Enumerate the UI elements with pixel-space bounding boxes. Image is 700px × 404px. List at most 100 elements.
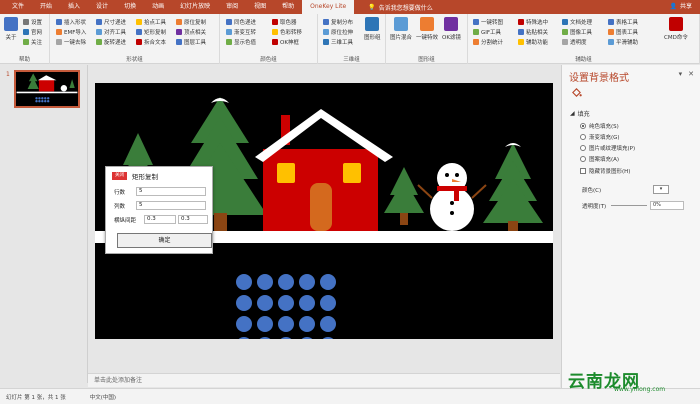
about-label: 关于 [5,35,17,41]
three-d-tool-button[interactable]: 三维工具 [323,38,353,46]
one-key-effect-button[interactable]: 一键特效 [416,17,438,41]
transparent-button[interactable]: 透明度 [562,38,587,46]
website-button[interactable]: 官网 [23,28,42,36]
ok-filter-button[interactable]: OK滤镜 [442,17,461,41]
ok-neon-button[interactable]: OK神框 [272,38,299,46]
transparency-input[interactable]: 0% [650,201,684,210]
table-tool-button[interactable]: 表格工具 [608,18,638,26]
tall-tree-right [483,143,543,231]
cols-input[interactable]: 5 [136,201,206,210]
chart-tool-button[interactable]: 图表工具 [608,28,638,36]
hide-background-checkbox[interactable] [580,168,586,174]
size-mark-button[interactable]: 尺寸递进 [96,18,126,26]
pattern-fill-radio[interactable] [580,156,586,162]
rows-row: 行数 5 [114,187,206,196]
tab-home[interactable]: 开始 [32,0,60,14]
color-to-label: 色彩转移 [280,30,303,36]
color-picker-button[interactable]: 取色器 [272,18,297,26]
gradient-fill-option[interactable]: 渐变填充(G) [580,133,620,141]
tab-file[interactable]: 文件 [4,0,32,14]
color-to-button[interactable]: 色彩转移 [272,28,302,36]
text-object-button[interactable]: 拆合文本 [136,38,166,46]
special-select-button[interactable]: 特殊选中 [518,18,548,26]
image-group-name: 图形组 [418,57,435,63]
picture-fill-radio[interactable] [580,145,586,151]
select-icon [518,19,524,25]
follow-label: 关注 [31,40,43,46]
solid-fill-option[interactable]: 纯色填充(S) [580,122,619,130]
slide-thumbnail[interactable] [14,70,80,108]
same-color-button[interactable]: 同色递进 [226,18,256,26]
tab-transitions[interactable]: 切换 [116,0,144,14]
image-mix-button[interactable]: 图片混合 [390,17,412,41]
transparency-slider[interactable] [611,205,647,206]
pane-options-icon[interactable]: ▾ [679,70,683,78]
rows-label: 行数 [114,189,126,196]
matrix-copy-button[interactable]: 矩形复制 [136,28,166,36]
chart-icon [608,29,614,35]
flat-split-button[interactable]: 平滑辅助 [608,38,638,46]
cube-icon [323,39,329,45]
aux-func-button[interactable]: 辅助功能 [518,38,548,46]
split-icon [473,39,479,45]
size-mark-label: 尺寸递进 [104,20,127,26]
paint-bucket-icon[interactable] [571,87,582,98]
thumbnail-preview [16,73,78,103]
tab-view[interactable]: 视图 [246,0,274,14]
pattern-fill-option[interactable]: 图案填充(A) [580,155,619,163]
original-copy-button[interactable]: 原位复制 [176,18,206,26]
settings-button[interactable]: 设置 [23,18,42,26]
rotate-mark-button[interactable]: 旋转递进 [96,38,126,46]
vertex-tool-button[interactable]: 顶点相关 [176,28,206,36]
tab-review[interactable]: 审阅 [218,0,246,14]
solid-fill-radio[interactable] [580,123,586,129]
hide-background-option[interactable]: 隐藏背景图形(H) [580,167,630,175]
cmd-button[interactable]: CMD命令 [664,17,688,41]
ok-button[interactable]: 确定 [117,233,212,248]
layer-tool-button[interactable]: 图层工具 [176,38,206,46]
one-key-map-button[interactable]: 一键转图 [473,18,503,26]
tab-animations[interactable]: 动画 [144,0,172,14]
gif-icon [473,29,479,35]
fill-section-header[interactable]: ◢ 填充 [570,109,590,118]
align-icon [96,29,102,35]
gif-tool-button[interactable]: GIF工具 [473,28,501,36]
anchor-tool-button[interactable]: 拾点工具 [136,18,166,26]
shape-group-button[interactable]: 图形组 [364,17,381,41]
show-color-button[interactable]: 显示色值 [226,38,256,46]
size-icon [96,19,102,25]
share-button[interactable]: 👤 共享 [670,0,693,14]
dialog-close-badge[interactable]: 关闭 [112,172,127,180]
glow-stretch-button[interactable]: 原位拉伸 [323,28,353,36]
v-spacing-input[interactable]: 0.3 [178,215,208,224]
insert-shape-button[interactable]: 插入形状 [56,18,86,26]
tell-me-search[interactable]: 💡 告诉我您想要做什么 [368,3,433,12]
gradient-mark-button[interactable]: 渐变互转 [226,28,256,36]
tab-onekey-lite[interactable]: OneKey Lite [302,0,355,14]
image-tool-button[interactable]: 图像工具 [562,28,592,36]
h-spacing-input[interactable]: 0.3 [144,215,176,224]
align-tool-button[interactable]: 对齐工具 [96,28,126,36]
one-key-remove-button[interactable]: 一键去除 [56,38,86,46]
tab-insert[interactable]: 插入 [60,0,88,14]
picture-fill-option[interactable]: 图片或纹理填充(P) [580,144,635,152]
tab-slideshow[interactable]: 幻灯片放映 [172,0,218,14]
tab-design[interactable]: 设计 [88,0,116,14]
tab-help[interactable]: 帮助 [274,0,302,14]
copy-distribute-button[interactable]: 复制分布 [323,18,353,26]
rows-input[interactable]: 5 [136,187,206,196]
paste-spread-button[interactable]: 粘贴相关 [518,28,548,36]
language[interactable]: 中文(中国) [90,393,116,401]
split-tool-button[interactable]: 分割统计 [473,38,503,46]
text-tool-button[interactable]: 文档处理 [562,18,592,26]
follow-button[interactable]: 关注 [23,38,42,46]
emf-import-button[interactable]: EMF导入 [56,28,86,36]
color-dropdown[interactable]: ▾ [653,185,669,194]
help-group: 关于 设置 官网 关注 帮助 [0,14,50,64]
spacing-row: 横纵间距 0.3 0.3 [114,215,208,224]
gradient-fill-radio[interactable] [580,134,586,140]
pane-controls: ▾ ✕ [679,70,694,78]
about-button[interactable]: 关于 [4,17,18,41]
close-icon[interactable]: ✕ [688,70,694,78]
notes-area[interactable]: 单击此处添加备注 [88,373,560,387]
